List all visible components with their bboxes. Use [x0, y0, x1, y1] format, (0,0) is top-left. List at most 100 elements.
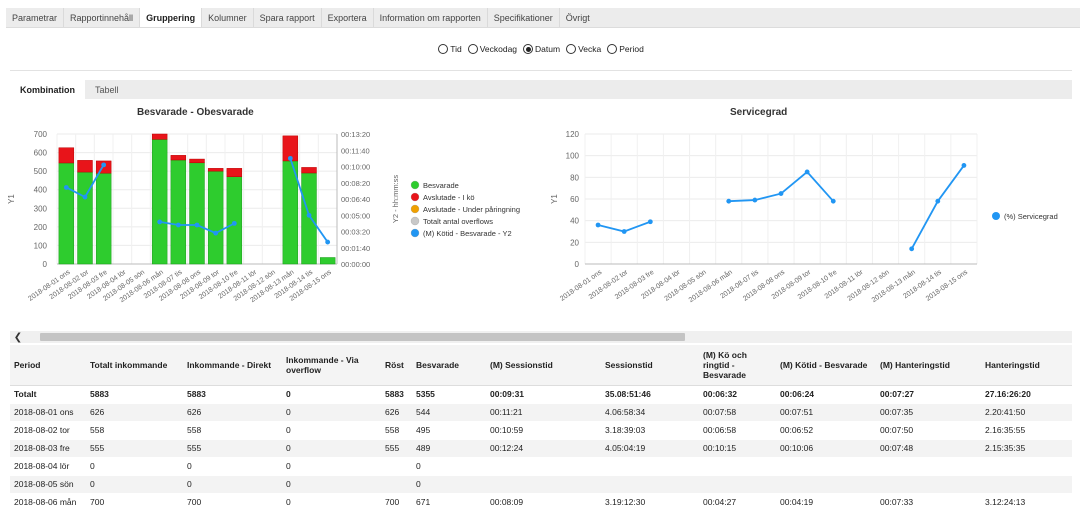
subtab-kombination[interactable]: Kombination — [10, 80, 85, 99]
data-point-kotid — [325, 239, 331, 245]
table-cell: 0 — [282, 421, 381, 440]
table-cell: 2018-08-05 sön — [10, 475, 86, 494]
table-cell — [876, 457, 981, 476]
radio-button-icon[interactable] — [438, 44, 449, 54]
bar-avslutade-i-ko — [58, 147, 75, 164]
table-cell: 671 — [412, 493, 486, 511]
data-point-servicegrad — [595, 222, 601, 228]
column-header-besvarade[interactable]: Besvarade — [412, 345, 486, 386]
bar-avslutade-i-ko — [301, 167, 317, 174]
radio-button-icon[interactable] — [467, 44, 478, 54]
column-header-period[interactable]: Period — [10, 345, 86, 386]
tab-specifikationer[interactable]: Specifikationer — [488, 8, 560, 27]
table-row[interactable]: 2018-08-05 sön 0 0 0 0 — [10, 475, 1072, 494]
combo-chart: 0 100 200 300 400 500 600 700 00:00:00 00:01:40 00… — [7, 130, 520, 304]
table-cell — [601, 457, 699, 476]
data-point-servicegrad — [726, 198, 732, 204]
table-row[interactable]: 2018-08-03 fre 555 555 0 555 489 00:12:24 4.05:… — [10, 439, 1072, 458]
legend-label: Avslutade - Under påringning — [423, 205, 520, 214]
table-cell: 2018-08-03 fre — [10, 439, 86, 458]
y2-tick-label: 00:03:20 — [341, 228, 370, 237]
y-tick-label: 600 — [34, 149, 48, 158]
radio-button-icon[interactable] — [566, 44, 577, 54]
column-header-m-sessionstid[interactable]: (M) Sessionstid — [486, 345, 601, 386]
tab-rapportinnehall[interactable]: Rapportinnehåll — [64, 8, 141, 27]
radio-datum[interactable]: Datum — [523, 44, 560, 54]
tab-parametrar[interactable]: Parametrar — [6, 8, 65, 27]
table-cell: 2018-08-02 tor — [10, 421, 86, 440]
tab-ovrigt[interactable]: Övrigt — [560, 8, 596, 27]
table-row[interactable]: 2018-08-06 mån 700 700 0 700 671 00:08:09 3.19:… — [10, 493, 1072, 511]
table-cell: 3.18:39:03 — [601, 421, 699, 440]
y-tick-label: 300 — [34, 204, 48, 213]
table-cell — [776, 475, 876, 494]
data-point-servicegrad — [961, 163, 967, 168]
table-cell: 0 — [282, 493, 381, 511]
table-cell: 00:04:19 — [776, 493, 876, 511]
data-point-kotid — [101, 162, 107, 168]
radio-vecka[interactable]: Vecka — [566, 44, 601, 54]
table-cell: 27.16:26:20 — [981, 385, 1072, 404]
table-cell: 2018-08-01 ons — [10, 403, 86, 422]
table-cell — [876, 475, 981, 494]
bar-besvarade — [189, 162, 205, 265]
column-header-inkommande-via-overflow[interactable]: Inkommande - Via overflow — [282, 345, 381, 386]
table-cell: 700 — [381, 493, 412, 511]
tab-information-om-rapporten[interactable]: Information om rapporten — [374, 8, 488, 27]
table-cell: 0 — [183, 475, 282, 494]
chart-title-besvarade: Besvarade - Obesvarade — [137, 107, 254, 118]
data-point-kotid — [157, 219, 163, 225]
table-row[interactable]: 2018-08-02 tor 558 558 0 558 495 00:10:59 3.18:… — [10, 421, 1072, 440]
column-header-rost[interactable]: Röst — [381, 345, 412, 386]
series-line-servicegrad — [728, 170, 834, 203]
data-point-kotid — [175, 222, 181, 228]
table-cell: 00:07:50 — [876, 421, 981, 440]
table-cell: 626 — [86, 403, 183, 422]
tab-spara-rapport[interactable]: Spara rapport — [254, 8, 322, 27]
table-cell: 5883 — [381, 385, 412, 404]
x-tick-label: 2018-08-01 ons — [559, 269, 604, 303]
radio-veckodag[interactable]: Veckodag — [467, 44, 517, 54]
bar-avslutade-i-ko — [226, 168, 243, 177]
column-header-m-ko-och-ringtid-besvarade[interactable]: (M) Kö och ringtid - Besvarade — [699, 345, 776, 386]
subtab-tabell[interactable]: Tabell — [85, 80, 129, 99]
y-tick-label: 0 — [575, 260, 580, 269]
table-row[interactable]: 2018-08-04 lör 0 0 0 0 — [10, 457, 1072, 476]
legend-marker — [992, 212, 1000, 220]
table-cell: 5355 — [412, 385, 486, 404]
table-row[interactable]: 2018-08-01 ons 626 626 0 626 544 00:11:21 4.06:… — [10, 403, 1072, 422]
table-cell: 0 — [282, 475, 381, 494]
radio-label: Vecka — [578, 44, 602, 54]
legend-marker — [410, 228, 420, 238]
legend-marker — [410, 192, 420, 202]
legend-label: Besvarade — [423, 181, 459, 190]
column-header-hanteringstid[interactable]: Hanteringstid — [981, 345, 1072, 386]
legend-marker — [410, 204, 420, 214]
radio-button-icon[interactable] — [607, 44, 618, 54]
column-header-inkommande-direkt[interactable]: Inkommande - Direkt — [183, 345, 282, 386]
column-header-m-hanteringstid[interactable]: (M) Hanteringstid — [876, 345, 981, 386]
radio-period[interactable]: Period — [607, 44, 644, 54]
column-header-totalt-inkommande[interactable]: Totalt inkommande — [86, 345, 183, 386]
radio-tid[interactable]: Tid — [438, 44, 462, 54]
column-header-sessionstid[interactable]: Sessionstid — [601, 345, 699, 386]
table-cell: 0 — [282, 403, 381, 422]
column-header-m-kotid-besvarade[interactable]: (M) Kötid - Besvarade — [776, 345, 876, 386]
table-cell: 00:07:48 — [876, 439, 981, 458]
table-cell: 544 — [412, 403, 486, 422]
data-point-kotid — [287, 155, 293, 161]
data-point-kotid — [194, 222, 200, 228]
horizontal-scrollbar[interactable]: ❮ — [10, 331, 1072, 343]
tab-exportera[interactable]: Exportera — [322, 8, 374, 27]
scrollbar-thumb[interactable] — [40, 333, 685, 341]
servicegrad-chart: 0 20 40 60 80 100 120 Y1 2018-08-01 ons 2018-08-0… — [550, 130, 1058, 304]
radio-button-icon[interactable] — [523, 44, 534, 54]
table-cell: 00:09:31 — [486, 385, 601, 404]
report-table: Period Totalt inkommande Inkommande - Dire… — [10, 345, 1072, 511]
y-tick-label: 500 — [34, 167, 48, 176]
tab-gruppering[interactable]: Gruppering — [140, 8, 203, 27]
tab-kolumner[interactable]: Kolumner — [202, 8, 254, 27]
table-total-row[interactable]: Totalt 5883 5883 0 5883 5355 00:09:31 35.08:51:… — [10, 385, 1072, 404]
scroll-left-icon[interactable]: ❮ — [10, 331, 26, 343]
bar-avslutade-i-ko — [189, 158, 205, 164]
